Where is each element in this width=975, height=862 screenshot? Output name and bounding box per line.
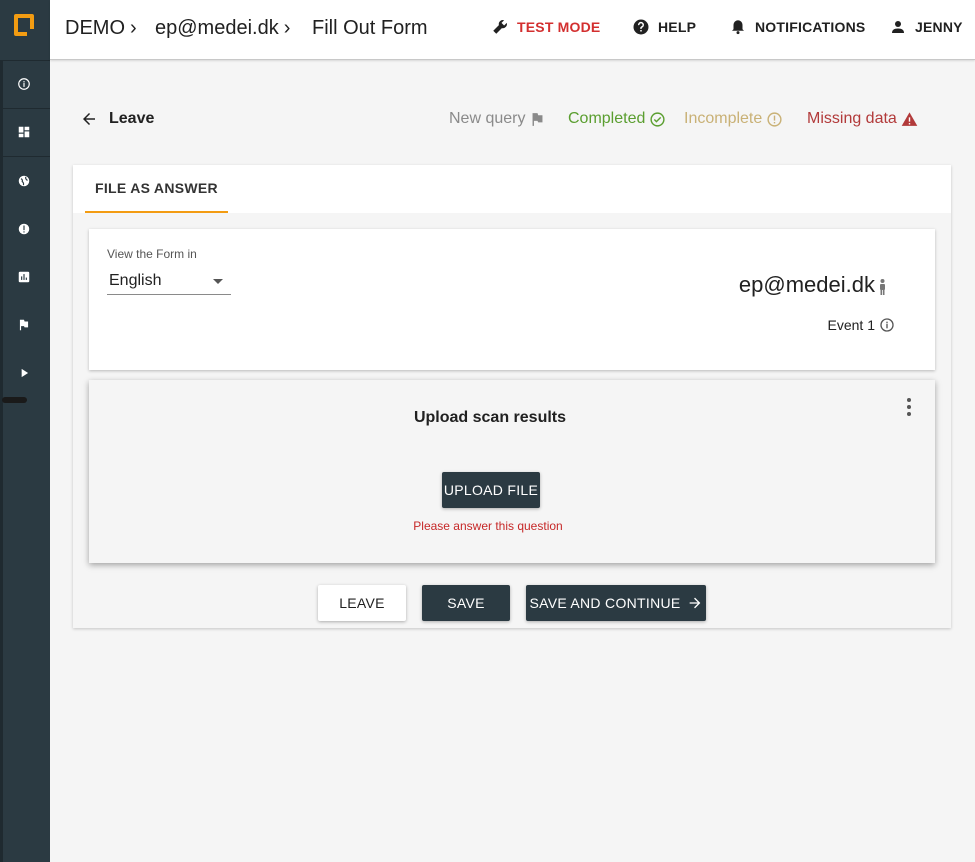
chart-icon[interactable]: [17, 270, 31, 284]
sidebar-divider: [0, 108, 50, 109]
help-icon: [633, 19, 649, 35]
exclamation-circle-icon: [767, 111, 782, 127]
sidebar-divider: [0, 156, 50, 157]
question-card: Upload scan results UPLOAD FILE Please a…: [89, 380, 935, 563]
status-completed: Completed: [568, 110, 666, 128]
flag-icon[interactable]: [17, 318, 31, 332]
status-incomplete: Incomplete: [684, 110, 783, 128]
breadcrumb-label: DEMO: [65, 17, 125, 39]
subject-id: ep@medei.dk: [738, 272, 875, 297]
breadcrumb-label: ep@medei.dk: [155, 17, 279, 39]
user-name: JENNY: [915, 19, 963, 35]
tab-file-as-answer[interactable]: FILE AS ANSWER: [85, 165, 228, 213]
save-button[interactable]: SAVE: [422, 585, 510, 621]
top-header: DEMO › ep@medei.dk › Fill Out Form TEST …: [50, 0, 975, 60]
sidebar: [0, 0, 50, 862]
more-vert-icon[interactable]: [903, 398, 915, 416]
info-icon[interactable]: [17, 77, 31, 91]
event-indicator: Event 1: [828, 317, 895, 333]
person-standing-icon: [880, 279, 885, 295]
bell-icon: [732, 20, 744, 35]
notifications-label: NOTIFICATIONS: [755, 19, 866, 35]
arrow-right-icon: [689, 597, 700, 609]
alert-icon[interactable]: [17, 222, 31, 236]
status-label: New query: [449, 110, 526, 127]
test-mode-button[interactable]: TEST MODE: [491, 18, 600, 36]
back-link[interactable]: Leave: [80, 110, 154, 128]
user-menu-button[interactable]: JENNY: [889, 18, 963, 36]
dashboard-icon[interactable]: [17, 125, 31, 139]
form-info-card: View the Form in English ep@medei.dk Eve…: [89, 229, 935, 370]
notifications-button[interactable]: NOTIFICATIONS: [729, 18, 865, 36]
leave-button[interactable]: LEAVE: [318, 585, 406, 621]
sidebar-edge: [0, 0, 3, 862]
person-icon: [892, 21, 904, 33]
save-and-continue-button[interactable]: SAVE AND CONTINUE: [526, 585, 706, 621]
breadcrumb-demo[interactable]: DEMO ›: [65, 17, 137, 40]
sidebar-scrollbar[interactable]: [2, 397, 27, 403]
warning-icon: [901, 111, 918, 126]
wrench-icon: [493, 20, 507, 34]
help-button[interactable]: HELP: [632, 18, 696, 36]
language-select[interactable]: English: [107, 269, 231, 295]
status-label: Incomplete: [684, 110, 763, 127]
status-label: Completed: [568, 110, 646, 127]
status-missing-data: Missing data: [807, 110, 918, 128]
help-label: HELP: [658, 19, 697, 35]
caret-down-icon: [213, 279, 223, 284]
breadcrumb-separator: ›: [283, 17, 291, 39]
logo[interactable]: [0, 0, 50, 60]
play-icon[interactable]: [17, 366, 31, 380]
test-mode-label: TEST MODE: [517, 19, 601, 35]
tab-bar: FILE AS ANSWER: [73, 165, 951, 213]
save-and-continue-label: SAVE AND CONTINUE: [529, 595, 681, 611]
check-circle-icon: [650, 111, 665, 127]
arrow-left-icon: [83, 113, 95, 125]
language-value: English: [109, 272, 162, 289]
question-title: Upload scan results: [413, 409, 567, 426]
info-icon[interactable]: [879, 317, 895, 333]
status-label: Missing data: [807, 110, 897, 127]
logo-mark-icon: [14, 14, 35, 37]
upload-file-button[interactable]: UPLOAD FILE: [442, 472, 540, 508]
breadcrumb-subject[interactable]: ep@medei.dk ›: [155, 17, 290, 40]
breadcrumb-label: Fill Out Form: [312, 17, 428, 39]
back-label: Leave: [109, 110, 155, 127]
breadcrumb-separator: ›: [130, 17, 137, 39]
globe-icon[interactable]: [17, 174, 31, 188]
event-label: Event 1: [827, 317, 875, 333]
page-title: Fill Out Form: [312, 17, 428, 40]
validation-error: Please answer this question: [413, 519, 563, 533]
language-label: View the Form in: [107, 247, 197, 261]
sidebar-divider: [0, 60, 50, 61]
status-new-query: New query: [449, 110, 546, 128]
flag-icon: [533, 112, 543, 126]
